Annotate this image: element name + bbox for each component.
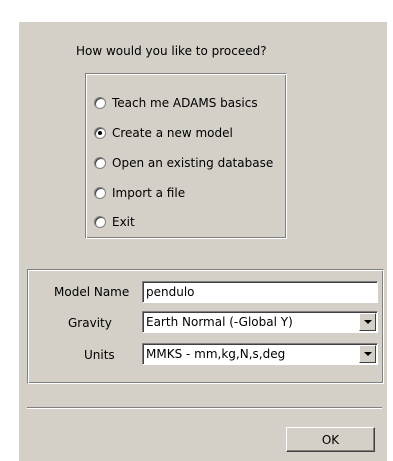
option-teach-basics[interactable]: Teach me ADAMS basics: [94, 94, 258, 112]
radio-button-icon[interactable]: [94, 216, 106, 228]
option-open-database[interactable]: Open an existing database: [94, 154, 273, 172]
radio-button-checked-icon[interactable]: [94, 127, 106, 139]
option-import-file[interactable]: Import a file: [94, 184, 185, 202]
units-label: Units: [84, 348, 115, 362]
option-label: Create a new model: [112, 126, 233, 140]
model-settings-frame: Model Name pendulo Gravity Earth Normal …: [27, 269, 384, 384]
chevron-down-icon: [363, 320, 372, 324]
prompt-text: How would you like to proceed?: [76, 44, 267, 58]
options-group: Teach me ADAMS basics Create a new model…: [85, 73, 287, 239]
dialog: How would you like to proceed? Teach me …: [19, 22, 387, 461]
gravity-label: Gravity: [68, 316, 112, 330]
option-exit[interactable]: Exit: [94, 213, 135, 231]
radio-button-icon[interactable]: [94, 157, 106, 169]
option-label: Import a file: [112, 186, 186, 200]
separator: [27, 407, 382, 409]
units-dropdown-button[interactable]: [359, 345, 376, 363]
gravity-select[interactable]: Earth Normal (-Global Y): [142, 311, 378, 333]
model-name-field[interactable]: pendulo: [142, 281, 378, 303]
option-create-model[interactable]: Create a new model: [94, 124, 233, 142]
radio-button-icon[interactable]: [94, 187, 106, 199]
units-value: MMKS - mm,kg,N,s,deg: [146, 347, 286, 361]
gravity-value: Earth Normal (-Global Y): [146, 315, 293, 329]
gravity-dropdown-button[interactable]: [359, 313, 376, 331]
radio-button-icon[interactable]: [94, 97, 106, 109]
option-label: Teach me ADAMS basics: [112, 96, 258, 110]
option-label: Open an existing database: [112, 156, 274, 170]
option-label: Exit: [112, 215, 135, 229]
chevron-down-icon: [363, 352, 372, 356]
units-select[interactable]: MMKS - mm,kg,N,s,deg: [142, 343, 378, 365]
ok-button[interactable]: OK: [286, 427, 375, 452]
model-name-label: Model Name: [54, 285, 130, 299]
